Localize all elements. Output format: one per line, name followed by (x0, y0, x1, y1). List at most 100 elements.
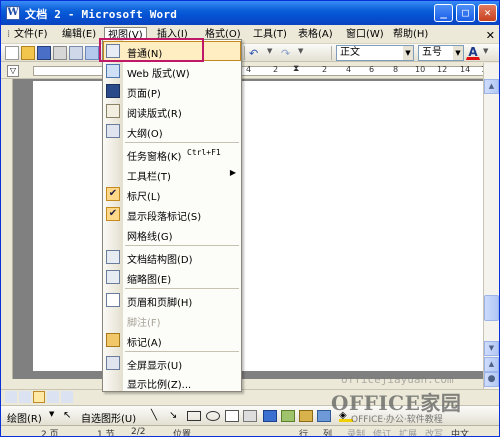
style-combobox[interactable]: 正文 ▼ (336, 45, 414, 61)
status-ovr[interactable]: 改写 (425, 427, 443, 436)
font-color-dropdown-icon[interactable]: ▼ (482, 46, 496, 60)
status-ext[interactable]: 扩展 (399, 427, 417, 436)
menu-item-outline[interactable]: 大纲(O) (103, 121, 241, 141)
select-browse-object-icon[interactable]: ● (484, 372, 499, 387)
menu-item-thumbnails[interactable]: 缩略图(E) (103, 267, 241, 287)
chevron-down-icon[interactable]: ▼ (453, 46, 463, 60)
menu-item-label: 显示比例(Z)... (127, 380, 192, 391)
web-view-button-icon[interactable] (19, 391, 31, 403)
menu-item-label: 标记(A) (127, 338, 162, 349)
diagram-icon[interactable] (281, 410, 295, 422)
standard-toolbar: ↶ ▼ ↷ ▼ 正文 ▼ 五号 ▼ A ▼ (1, 44, 499, 62)
menu-item-reading-layout[interactable]: 阅读版式(R) (103, 101, 241, 121)
menu-item-zoom[interactable]: 显示比例(Z)... (103, 372, 241, 392)
redo-dropdown-icon[interactable]: ▼ (297, 46, 311, 60)
textbox-tool-icon[interactable] (225, 410, 239, 422)
open-folder-icon[interactable] (21, 46, 35, 60)
scroll-thumb[interactable] (484, 295, 499, 321)
tab-selector-icon[interactable]: ▽ (7, 65, 19, 77)
menu-item-toolbars[interactable]: 工具栏(T) ▶ (103, 164, 241, 184)
menu-item-ruler[interactable]: ✔ 标尺(L) (103, 184, 241, 204)
font-color-icon[interactable]: A (466, 46, 480, 60)
status-trk[interactable]: 修订 (373, 427, 391, 436)
close-button[interactable]: ✕ (478, 4, 497, 22)
print-view-button-icon[interactable] (33, 391, 45, 403)
window-title: 文档 2 - Microsoft Word (25, 8, 178, 21)
menu-bar: ⁞ 文件(F) 编辑(E) 视图(V) 插入(I) 格式(O) 工具(T) 表格… (1, 25, 499, 45)
menu-help[interactable]: 帮助(H) (390, 27, 431, 42)
select-objects-icon[interactable]: ↖ (63, 410, 71, 421)
print-preview-icon[interactable] (85, 46, 99, 60)
oval-tool-icon[interactable] (206, 411, 220, 421)
clip-art-icon[interactable] (299, 410, 313, 422)
status-pages: 2/2 (131, 427, 146, 437)
menu-window[interactable]: 窗口(W) (343, 27, 387, 42)
menu-item-task-pane[interactable]: 任务窗格(K) Ctrl+F1 (103, 144, 241, 164)
menu-item-header-footer[interactable]: 页眉和页脚(H) (103, 290, 241, 310)
normal-view-icon (106, 44, 120, 58)
ruler-number: 8 (393, 65, 399, 74)
vertical-scrollbar[interactable]: ▲ ▼ ▲ ● (483, 63, 499, 389)
menu-table[interactable]: 表格(A) (295, 27, 336, 42)
menu-item-gridlines[interactable]: 网格线(G) (103, 224, 241, 244)
scroll-down-icon[interactable]: ▼ (484, 341, 499, 356)
wordart-icon[interactable] (263, 410, 277, 422)
vertical-ruler (1, 79, 13, 379)
ruler-number: 12 (437, 65, 448, 74)
normal-view-button-icon[interactable] (5, 391, 17, 403)
markup-icon (106, 333, 120, 347)
menu-file[interactable]: 文件(F) (11, 27, 51, 42)
menu-tools[interactable]: 工具(T) (250, 27, 290, 42)
outline-view-button-icon[interactable] (47, 391, 59, 403)
thumbnails-icon (106, 270, 120, 284)
menu-edit[interactable]: 编辑(E) (59, 27, 99, 42)
ruler-number: 2 (322, 65, 328, 74)
menu-item-show-paragraph-marks[interactable]: ✔ 显示段落标记(S) (103, 204, 241, 224)
ruler-number: 4 (346, 65, 352, 74)
close-document-icon[interactable]: ✕ (486, 29, 495, 42)
style-value: 正文 (340, 47, 360, 58)
indent-marker-icon[interactable]: ⧗ (293, 64, 299, 74)
previous-page-icon[interactable]: ▲ (484, 357, 499, 372)
menu-item-markup[interactable]: 标记(A) (103, 330, 241, 350)
line-tool-icon[interactable]: ╲ (151, 410, 157, 421)
title-bar[interactable]: W 文档 2 - Microsoft Word _ □ ✕ (1, 1, 499, 25)
rectangle-tool-icon[interactable] (187, 411, 201, 421)
menu-item-document-map[interactable]: 文档结构图(D) (103, 247, 241, 267)
menu-item-label: 标尺(L) (127, 192, 161, 203)
undo-icon[interactable]: ↶ (248, 46, 262, 60)
watermark-tagline: OFFICE·办公·软件教程 (351, 415, 443, 425)
ruler-number: 2 (273, 65, 279, 74)
word-app-icon[interactable]: W (6, 6, 20, 20)
chevron-down-icon[interactable]: ▼ (403, 46, 413, 60)
reading-view-button-icon[interactable] (61, 391, 73, 403)
menu-item-web-layout[interactable]: Web 版式(W) (103, 61, 241, 81)
save-icon[interactable] (37, 46, 51, 60)
redo-icon[interactable]: ↷ (280, 46, 294, 60)
menu-item-full-screen[interactable]: 全屏显示(U) (103, 353, 241, 373)
font-size-combobox[interactable]: 五号 ▼ (418, 45, 464, 61)
permission-icon[interactable] (53, 46, 67, 60)
menu-item-label: 脚注(F) (127, 318, 161, 329)
menu-item-normal[interactable]: 普通(N) (103, 41, 241, 61)
insert-picture-icon[interactable] (317, 410, 331, 422)
draw-menu[interactable]: 绘图(R) (7, 410, 42, 425)
menu-item-print-layout[interactable]: 页面(P) (103, 81, 241, 101)
arrow-tool-icon[interactable]: ↘ (169, 410, 177, 421)
minimize-button[interactable]: _ (434, 4, 453, 22)
print-icon[interactable] (69, 46, 83, 60)
autoshapes-menu[interactable]: 自选图形(U) (81, 410, 136, 425)
status-rec[interactable]: 录制 (347, 427, 365, 436)
scroll-up-icon[interactable]: ▲ (484, 79, 499, 94)
menu-item-label: 页眉和页脚(H) (127, 298, 193, 309)
undo-dropdown-icon[interactable]: ▼ (266, 46, 280, 60)
status-section: 1 节 (97, 430, 115, 437)
ruler-number: 10 (415, 65, 426, 74)
new-document-icon[interactable] (5, 46, 19, 60)
vertical-textbox-icon[interactable] (243, 410, 257, 422)
maximize-button[interactable]: □ (456, 4, 475, 22)
horizontal-ruler[interactable]: ▽ 4 2 2 4 6 8 10 12 14 16 ⧗ (1, 63, 499, 79)
chevron-down-icon[interactable]: ▼ (49, 410, 54, 418)
font-size-value: 五号 (422, 47, 442, 58)
status-col: 列 (323, 430, 333, 437)
